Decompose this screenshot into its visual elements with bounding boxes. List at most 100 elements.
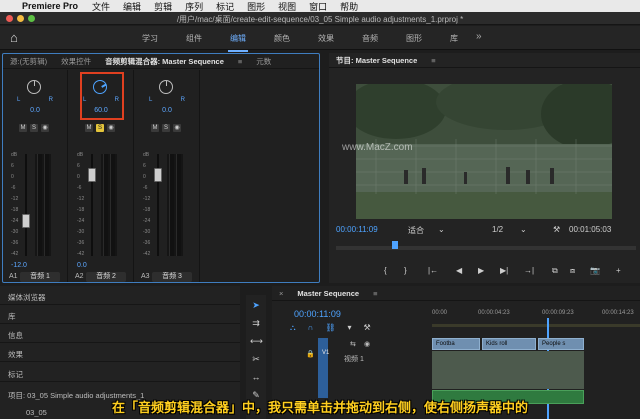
program-playhead[interactable]: [392, 241, 398, 249]
ripple-edit-tool-icon[interactable]: ⟷: [250, 335, 263, 347]
timeline-settings-icon[interactable]: ⚒: [364, 323, 371, 333]
go-to-out-button[interactable]: →|: [524, 266, 534, 275]
go-to-in-button[interactable]: |←: [428, 266, 438, 275]
menu-help[interactable]: 帮助: [340, 0, 358, 13]
fit-dropdown[interactable]: 适合: [408, 225, 424, 236]
tab-markers[interactable]: 标记: [8, 369, 23, 380]
app-name-menu[interactable]: Premiere Pro: [22, 1, 78, 11]
close-tab-icon[interactable]: ×: [272, 289, 290, 298]
solo-button[interactable]: S: [30, 124, 38, 132]
razor-tool-icon[interactable]: ✂: [250, 353, 262, 365]
tab-master-sequence[interactable]: Master Sequence: [290, 289, 366, 298]
video-thumbnails[interactable]: [432, 351, 584, 389]
tab-audio-clip-mixer[interactable]: 音频剪辑混合器: Master Sequence: [98, 56, 231, 67]
tab-effect-controls[interactable]: 效果控件: [54, 56, 98, 67]
pan-knob-icon[interactable]: [27, 80, 41, 94]
tab-media-browser[interactable]: 媒体浏览器: [8, 292, 46, 303]
timeline-clip[interactable]: Kids roll: [482, 338, 536, 350]
solo-button[interactable]: S: [96, 124, 104, 132]
mixer-panel-tabs: 源:(无剪辑) 效果控件 音频剪辑混合器: Master Sequence ≡ …: [3, 54, 319, 69]
step-back-button[interactable]: ◀: [456, 266, 462, 275]
workspace-tab-learn[interactable]: 学习: [142, 33, 158, 44]
record-voiceover-button[interactable]: ◉: [41, 124, 49, 132]
tab-info[interactable]: 信息: [8, 330, 23, 341]
mark-in-button[interactable]: {: [384, 266, 387, 275]
play-button[interactable]: ▶: [478, 266, 484, 275]
menu-sequence[interactable]: 序列: [185, 0, 203, 13]
program-scrubber[interactable]: [336, 246, 636, 250]
extract-button[interactable]: ⧈: [570, 266, 575, 276]
pan-value[interactable]: 0.0: [149, 107, 185, 114]
timeline-clip[interactable]: Footba: [432, 338, 480, 350]
add-marker-icon[interactable]: ▾: [348, 323, 352, 333]
mute-button[interactable]: M: [151, 124, 159, 132]
pan-value[interactable]: 0.0: [17, 107, 53, 114]
level-meter: [167, 154, 183, 256]
track-select-tool-icon[interactable]: ⇉: [250, 317, 262, 329]
playback-resolution-dropdown[interactable]: 1/2: [492, 225, 503, 234]
timeline-clip[interactable]: People s: [538, 338, 584, 350]
sync-lock-icon[interactable]: ⇆: [350, 340, 356, 348]
volume-fader-handle[interactable]: [88, 168, 96, 182]
home-icon[interactable]: ⌂: [10, 31, 24, 45]
slip-tool-icon[interactable]: ↔: [250, 371, 262, 383]
fader-value[interactable]: -12.0: [11, 262, 27, 269]
menu-view[interactable]: 视图: [278, 0, 296, 13]
menu-window[interactable]: 窗口: [309, 0, 327, 13]
workspace-tab-assembly[interactable]: 组件: [186, 33, 202, 44]
workspace-tab-effects[interactable]: 效果: [318, 33, 334, 44]
mute-button[interactable]: M: [19, 124, 27, 132]
menu-marker[interactable]: 标记: [216, 0, 234, 13]
pan-knob-icon[interactable]: [159, 80, 173, 94]
volume-fader-handle[interactable]: [154, 168, 162, 182]
add-button-icon[interactable]: +: [616, 266, 621, 275]
eye-icon[interactable]: ◉: [364, 340, 370, 348]
nest-toggle-icon[interactable]: ⛬: [290, 323, 296, 333]
menu-graphics[interactable]: 图形: [247, 0, 265, 13]
mark-out-button[interactable]: }: [404, 266, 407, 275]
menu-clip[interactable]: 剪辑: [154, 0, 172, 13]
timeline-timecode[interactable]: 00:00:11:09: [294, 309, 341, 319]
solo-button[interactable]: S: [162, 124, 170, 132]
time-ruler[interactable]: 00:00 00:00:04:23 00:00:09:23 00:00:14:2…: [432, 310, 640, 320]
pan-left-label: L: [149, 97, 153, 103]
work-area-bar[interactable]: [432, 324, 640, 327]
record-voiceover-button[interactable]: ◉: [173, 124, 181, 132]
tab-effects[interactable]: 效果: [8, 349, 23, 360]
record-voiceover-button[interactable]: ◉: [107, 124, 115, 132]
v1-track-target[interactable]: V1: [322, 350, 329, 356]
wrench-icon[interactable]: ⚒: [553, 225, 560, 234]
panel-menu-icon[interactable]: ≡: [366, 289, 384, 298]
workspace-tab-libraries[interactable]: 库: [450, 33, 458, 44]
lift-button[interactable]: ⧉: [552, 266, 558, 276]
fit-dropdown-chevron-icon[interactable]: ⌄: [438, 225, 445, 234]
workspace-tab-audio[interactable]: 音频: [362, 33, 378, 44]
export-frame-icon[interactable]: 📷: [590, 266, 600, 275]
panel-menu-icon[interactable]: ≡: [231, 57, 249, 66]
workspace-tab-graphics[interactable]: 图形: [406, 33, 422, 44]
fader-value[interactable]: 0.0: [77, 262, 87, 269]
menu-edit[interactable]: 编辑: [123, 0, 141, 13]
program-current-timecode[interactable]: 00:00:11:09: [336, 225, 378, 234]
tab-source[interactable]: 源:(无剪辑): [3, 56, 54, 67]
volume-fader-handle[interactable]: [22, 214, 30, 228]
selection-tool-icon[interactable]: ➤: [250, 299, 262, 311]
tab-program-monitor[interactable]: 节目: Master Sequence: [329, 55, 424, 66]
step-forward-button[interactable]: ▶|: [500, 266, 508, 275]
workspace-tab-color[interactable]: 颜色: [274, 33, 290, 44]
menu-file[interactable]: 文件: [92, 0, 110, 13]
linked-selection-icon[interactable]: ⛓: [325, 323, 335, 333]
source-patch-v1[interactable]: [318, 338, 328, 398]
workspace-tab-editing[interactable]: 编辑: [228, 33, 248, 52]
pan-right-label: R: [48, 97, 53, 103]
ruler-label: 00:00:04:23: [478, 310, 510, 316]
resolution-dropdown-chevron-icon[interactable]: ⌄: [520, 225, 527, 234]
panel-menu-icon[interactable]: ≡: [424, 56, 442, 65]
mute-button[interactable]: M: [85, 124, 93, 132]
lock-icon[interactable]: 🔒: [306, 350, 315, 358]
tab-metadata[interactable]: 元数: [249, 56, 278, 67]
snap-icon[interactable]: ∩: [308, 323, 314, 333]
workspace-overflow-icon[interactable]: »: [476, 31, 482, 42]
ruler-label: 00:00:09:23: [542, 310, 574, 316]
tab-libraries[interactable]: 库: [8, 311, 16, 322]
